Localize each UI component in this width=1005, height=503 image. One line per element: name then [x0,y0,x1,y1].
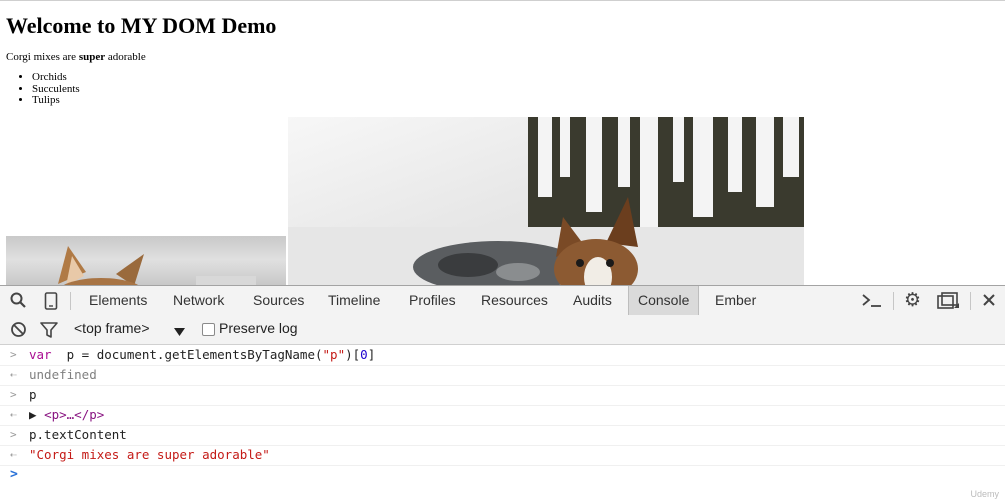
corgi-image-left [6,236,286,286]
console-line-text: p.textContent [29,425,127,445]
toolbar-divider [70,292,71,310]
console-output-line: ⇠ undefined [0,365,1005,386]
console-token: p.textContent [29,427,127,442]
paragraph-text-start: Corgi mixes are [6,51,79,63]
prompt-chevron-icon: > [10,428,17,441]
console-toolbar: <top frame> Preserve log [0,315,1005,345]
console-output-line: ⇠ "Corgi mixes are super adorable" [0,445,1005,466]
console-token: ▶ [29,407,45,422]
console-input-line: > var p = document.getElementsByTagName(… [0,345,1005,366]
tab-console[interactable]: Console [628,286,700,315]
corgi-image-right [288,117,804,286]
toolbar-divider [970,292,971,310]
tab-timeline[interactable]: Timeline [319,286,389,315]
return-arrow-icon: ⇠ [10,408,17,421]
udemy-watermark: Udemy [970,489,999,499]
corgi-left-drawing [58,246,256,286]
gear-icon[interactable]: ⚙ [904,291,921,310]
list-item: Orchids [32,71,80,84]
clear-console-icon[interactable] [10,321,27,341]
console-token: )[ [345,347,361,362]
console-input-line: > p.textContent [0,425,1005,446]
tab-profiles[interactable]: Profiles [400,286,465,315]
filter-icon[interactable] [40,322,58,341]
devtools-tab-bar: Elements Network Sources Timeline Profil… [0,285,1005,316]
console-token: 0 [360,347,368,362]
tab-elements[interactable]: Elements [80,286,156,315]
tab-resources[interactable]: Resources [472,286,557,315]
paragraph-bold-word: super [78,51,106,63]
tab-audits[interactable]: Audits [564,286,621,315]
console-output-line[interactable]: ⇠ ▶ <p>…</p> [0,405,1005,426]
console-line-text[interactable]: ▶ <p>…</p> [29,405,104,425]
search-icon[interactable] [10,292,26,313]
corgi-snow-drawing [288,117,804,286]
console-line-text: p [29,385,37,405]
console-token: "Corgi mixes are super adorable" [29,447,270,462]
frame-select[interactable]: <top frame> [74,320,150,336]
console-input-line: > p [0,385,1005,406]
console-token: p [29,387,37,402]
close-icon[interactable] [982,293,996,312]
console-token: var [29,347,52,362]
return-arrow-icon: ⇠ [10,448,17,461]
dock-icon[interactable] [936,292,960,315]
corgi-paragraph: Corgi mixes are super adorable [6,51,146,63]
list-item: Tulips [32,94,80,107]
console-line-text: undefined [29,365,97,385]
paragraph-text-end: adorable [105,51,146,63]
console-drawer-icon[interactable] [861,293,883,314]
toolbar-divider [893,292,894,310]
flower-list: Orchids Succulents Tulips [14,71,80,107]
console-prompt-input[interactable]: > [0,465,1005,485]
web-page: Welcome to MY DOM Demo Corgi mixes are s… [0,0,1005,286]
console-token: "p" [322,347,346,362]
console-line-text: var p = document.getElementsByTagName("p… [29,345,375,365]
tab-ember[interactable]: Ember [706,286,765,315]
console-output: > var p = document.getElementsByTagName(… [0,345,1005,503]
console-token: <p>…</p> [44,407,105,422]
console-token: p = document.getElementsByTagName( [51,347,323,362]
preserve-log-checkbox[interactable] [202,323,215,336]
devtools-panel: Elements Network Sources Timeline Profil… [0,285,1005,503]
tab-network[interactable]: Network [164,286,233,315]
console-token: ] [367,347,376,362]
prompt-chevron-icon: > [10,348,17,361]
prompt-chevron-icon: > [10,388,17,401]
device-mode-icon[interactable] [44,292,58,315]
console-line-text: "Corgi mixes are super adorable" [29,445,270,465]
chevron-down-icon[interactable] [174,324,185,340]
return-arrow-icon: ⇠ [10,368,17,381]
prompt-chevron-icon: > [10,467,18,482]
page-heading: Welcome to MY DOM Demo [6,13,277,38]
console-token: undefined [29,367,97,382]
tab-sources[interactable]: Sources [244,286,313,315]
preserve-log-label: Preserve log [219,320,298,336]
